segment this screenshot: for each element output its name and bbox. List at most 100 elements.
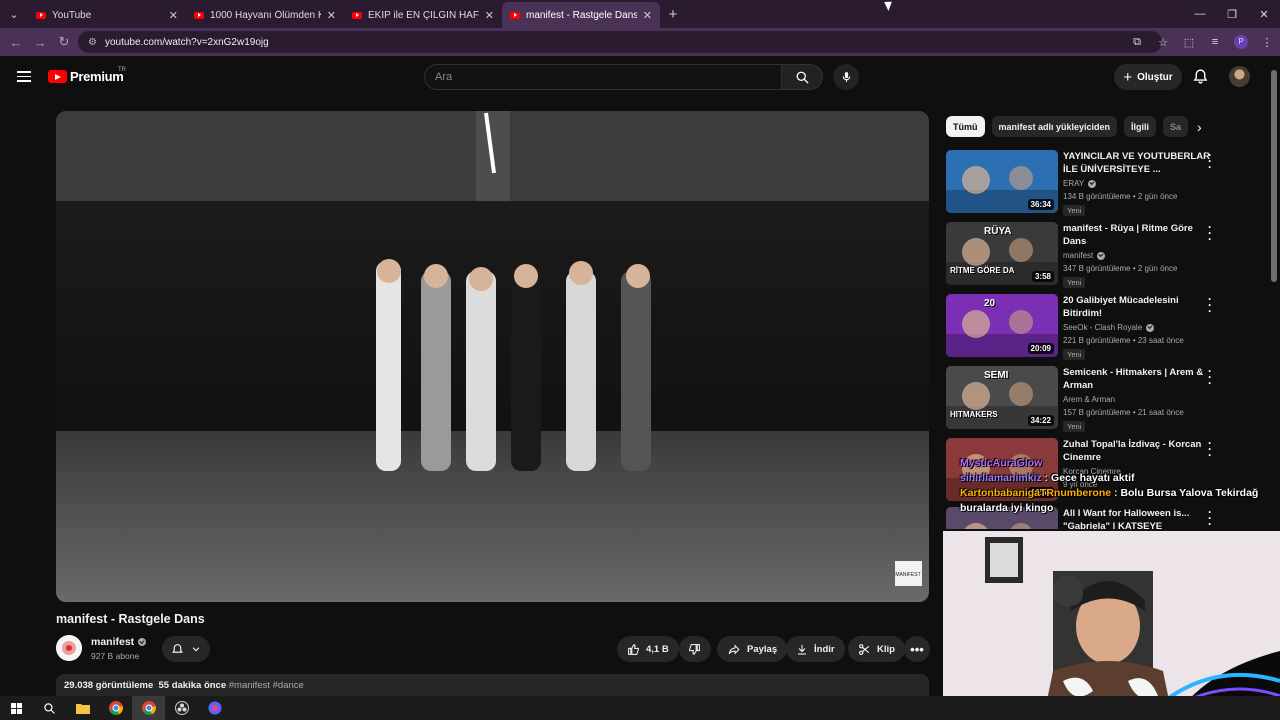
browser-actions: ⧉ ☆ ⬚ ≡ P ⋮ — [1124, 28, 1280, 56]
extensions-icon[interactable]: ⬚ — [1176, 36, 1202, 49]
recommendation-channel[interactable]: SeeOk - Clash Royale — [1063, 323, 1155, 332]
chip-from-uploader[interactable]: manifest adlı yükleyiciden — [991, 116, 1118, 137]
cast-icon[interactable]: ⧉ — [1124, 36, 1150, 49]
share-button[interactable]: Paylaş — [717, 636, 788, 662]
more-vertical-icon[interactable]: · · · — [1208, 293, 1212, 317]
profile-avatar[interactable]: P — [1234, 35, 1248, 49]
site-info-icon[interactable]: ⚙ — [88, 37, 97, 48]
video-duration: 20:09 — [1027, 343, 1054, 354]
chip-all[interactable]: Tümü — [946, 116, 985, 137]
plus-icon: + — [1123, 68, 1133, 86]
recommendation-item[interactable]: RÜYA RİTME GÖRE DA 3:58 manifest - Rüya | R… — [946, 221, 1246, 288]
verified-badge-icon — [1088, 179, 1097, 188]
windows-taskbar — [0, 696, 1280, 720]
recommendation-channel[interactable]: manifest — [1063, 251, 1106, 260]
obs-icon[interactable] — [165, 696, 198, 720]
menu-icon[interactable] — [17, 71, 31, 82]
chat-message: sihirliamanimkiz : Gece hayatı aktif — [960, 472, 1135, 484]
account-avatar[interactable] — [1229, 66, 1250, 87]
new-badge: Yeni — [1063, 277, 1086, 288]
tab-close-icon[interactable]: ✕ — [169, 9, 178, 22]
chevron-right-icon[interactable]: › — [1197, 119, 1202, 135]
app-icon[interactable] — [198, 696, 231, 720]
subscription-notifications-button[interactable] — [162, 636, 210, 662]
description-box[interactable]: 29.038 görüntüleme 55 dakika önce #manif… — [56, 674, 929, 698]
clip-button[interactable]: Klip — [848, 636, 905, 662]
forward-icon[interactable]: → — [28, 35, 52, 50]
browser-tab[interactable]: YouTube ✕ — [28, 2, 186, 28]
search-button[interactable] — [781, 64, 823, 90]
like-button[interactable]: 4,1 B — [617, 636, 679, 662]
reload-icon[interactable]: ↻ — [52, 34, 76, 50]
chip-more[interactable]: Sa — [1163, 116, 1189, 137]
video-thumbnail[interactable]: 20 20:09 — [946, 294, 1058, 357]
bookmark-star-icon[interactable]: ☆ — [1150, 36, 1176, 49]
taskbar-search-icon[interactable] — [33, 696, 66, 720]
clip-label: Klip — [877, 643, 895, 655]
chip-related[interactable]: İlgili — [1124, 116, 1157, 137]
minimize-icon[interactable]: — — [1184, 0, 1216, 28]
verified-badge-icon — [138, 638, 147, 646]
download-button[interactable]: İndir — [786, 636, 845, 662]
notifications-bell-icon[interactable] — [1192, 68, 1209, 85]
close-window-icon[interactable]: ✕ — [1248, 0, 1280, 28]
recommendation-item[interactable]: SEMI HITMAKERS 34:22 Semicenk - Hitmakers |… — [946, 365, 1246, 432]
search-icon — [796, 71, 809, 84]
chrome-icon[interactable] — [99, 696, 132, 720]
stream-chat-overlay: MysticAuraGlow sihirliamanimkiz : Gece h… — [960, 456, 1258, 516]
search-input[interactable]: Ara — [424, 64, 782, 90]
restore-icon[interactable]: ❐ — [1216, 0, 1248, 28]
new-badge: Yeni — [1063, 349, 1086, 360]
browser-tab[interactable]: 1000 Hayvanı Ölümden Kurtard ✕ — [186, 2, 344, 28]
windows-start-icon[interactable] — [0, 696, 33, 720]
page-scrollbar[interactable] — [1271, 70, 1277, 282]
browser-menu-icon[interactable]: ⋮ — [1254, 36, 1280, 49]
video-watermark: MANIFEST — [895, 572, 920, 578]
new-badge: Yeni — [1063, 205, 1086, 216]
more-vertical-icon[interactable]: · · · — [1208, 365, 1212, 389]
logo-text: Premium — [70, 69, 124, 84]
tab-close-icon[interactable]: ✕ — [327, 9, 336, 22]
recommendation-title[interactable]: 20 Galibiyet Mücadelesini Bitirdim! — [1063, 294, 1213, 320]
more-vertical-icon[interactable]: · · · — [1208, 221, 1212, 245]
address-bar[interactable]: ⚙ youtube.com/watch?v=2xnG2w19ojg — [78, 31, 1162, 53]
recommendation-channel[interactable]: ERAY — [1063, 179, 1097, 188]
video-thumbnail[interactable]: 36:34 — [946, 150, 1058, 213]
recommendation-meta: 347 B görüntüleme • 2 gün önce — [1063, 264, 1178, 273]
youtube-logo-icon — [48, 70, 67, 83]
channel-name[interactable]: manifest — [91, 636, 147, 648]
dislike-button[interactable] — [679, 636, 711, 662]
recommendation-title[interactable]: manifest - Rüya | Ritme Göre Dans — [1063, 222, 1213, 248]
download-icon — [798, 644, 806, 654]
scissors-icon — [859, 643, 870, 655]
video-thumbnail[interactable]: RÜYA RİTME GÖRE DA 3:58 — [946, 222, 1058, 285]
chat-text: Bolu Bursa Yalova Tekirdağ — [1120, 487, 1259, 499]
tab-search-chevron-icon[interactable]: ⌄ — [0, 0, 28, 28]
tab-close-icon[interactable]: ✕ — [485, 9, 494, 22]
browser-tab[interactable]: EKİP ile EN ÇILGIN HAFTA !! - G ✕ — [344, 2, 502, 28]
chrome-active-icon[interactable] — [132, 696, 165, 720]
bell-icon — [172, 643, 184, 653]
video-duration: 36:34 — [1027, 199, 1054, 210]
recommendation-channel[interactable]: Arem & Arman — [1063, 395, 1115, 404]
more-actions-button[interactable]: ••• — [904, 636, 930, 662]
recommendation-title[interactable]: Semicenk - Hitmakers | Arem & Arman — [1063, 366, 1213, 392]
new-tab-button[interactable]: + — [660, 6, 686, 23]
video-thumbnail[interactable]: SEMI HITMAKERS 34:22 — [946, 366, 1058, 429]
tab-label: YouTube — [52, 9, 92, 21]
more-vertical-icon[interactable]: · · · — [1208, 149, 1212, 173]
video-player[interactable]: MANIFEST — [56, 111, 929, 602]
back-icon[interactable]: ← — [4, 35, 28, 50]
recommendation-item[interactable]: 36:34 YAYINCILAR VE YOUTUBERLAR İLE ÜNİVE… — [946, 149, 1246, 216]
voice-search-button[interactable] — [833, 64, 859, 90]
channel-text: manifest — [1063, 251, 1094, 260]
tab-close-icon[interactable]: ✕ — [643, 9, 652, 22]
youtube-premium-logo[interactable]: Premium — [48, 69, 124, 84]
reading-list-icon[interactable]: ≡ — [1202, 36, 1228, 48]
create-button[interactable]: + Oluştur — [1114, 64, 1182, 90]
recommendation-item[interactable]: 20 20:09 20 Galibiyet Mücadelesini Bitirdi… — [946, 293, 1246, 360]
browser-tab-active[interactable]: manifest - Rastgele Dans - YouT ✕ — [502, 2, 660, 28]
channel-avatar[interactable] — [56, 635, 82, 661]
file-explorer-icon[interactable] — [66, 696, 99, 720]
recommendation-title[interactable]: YAYINCILAR VE YOUTUBERLAR İLE ÜNİVERSİTE… — [1063, 150, 1213, 176]
